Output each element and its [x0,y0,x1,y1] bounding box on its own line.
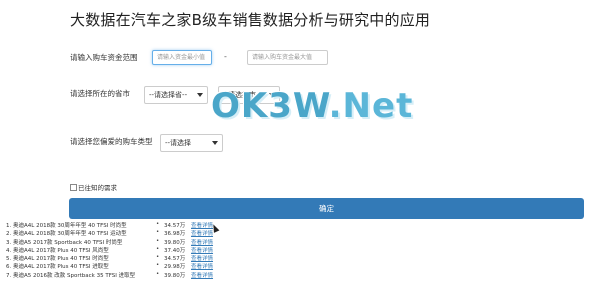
known-need-label: 已往知的需求 [78,184,117,192]
view-detail-link[interactable]: 查看详情 [191,262,213,270]
result-price: 29.98万 [164,264,186,271]
list-item: 5. 奥迪A4L 2017款 Plus 40 TFSI 时尚型 • 34.57万 查看… [6,254,306,262]
list-item: 7. 奥迪A5 2016款 改款 Sportback 35 TFSI 进取型 • 3… [6,271,306,279]
bullet-icon: • [156,229,160,236]
bullet-icon: • [156,262,160,269]
list-item: 6. 奥迪A4L 2017款 Plus 40 TFSI 进取型 • 29.98万 查看… [6,262,306,270]
result-name: 4. 奥迪A4L 2017款 Plus 40 TFSI 风尚型 [6,247,109,254]
range-separator: - [224,52,227,61]
view-detail-link[interactable]: 查看详情 [191,246,213,254]
result-name: 7. 奥迪A5 2016款 改款 Sportback 35 TFSI 进取型 [6,272,136,279]
result-price: 34.57万 [164,256,186,263]
bullet-icon: • [156,237,160,244]
known-need-checkbox[interactable] [70,184,77,191]
province-select-value: --请选择省-- [149,91,188,99]
watermark-text-b: .Net [328,86,414,126]
chevron-down-icon [212,141,218,145]
bullet-icon: • [156,221,160,227]
result-price: 36.98万 [164,231,186,238]
car-type-select[interactable]: --请选择 [160,134,223,152]
result-name: 1. 奥迪A4L 2018款 30周年年型 40 TFSI 时尚型 [6,223,127,229]
budget-min-input[interactable]: 请输入资金最小值 [152,50,212,65]
view-detail-link[interactable]: 查看详情 [191,238,213,246]
watermark-logo: OK3W.Net [211,86,413,126]
result-name: 5. 奥迪A4L 2017款 Plus 40 TFSI 时尚型 [6,256,109,263]
bullet-icon: • [156,245,160,252]
car-type-select-value: --请选择 [165,139,192,147]
result-price: 34.57万 [164,223,186,229]
budget-label: 请输入购车资金范围 [70,53,138,62]
results-list: 1. 奥迪A4L 2018款 30周年年型 40 TFSI 时尚型 • 34.57万… [6,221,306,279]
list-item: 3. 奥迪A5 2017款 Sportback 40 TFSI 时尚型 • 39.8… [6,238,306,246]
result-price: 37.40万 [164,247,186,254]
view-detail-link[interactable]: 查看详情 [191,254,213,262]
result-price: 39.80万 [164,239,186,246]
page-title: 大数据在汽车之家B级车销售数据分析与研究中的应用 [70,11,431,29]
watermark-text-a: OK3W [211,86,329,126]
result-name: 6. 奥迪A4L 2017款 Plus 40 TFSI 进取型 [6,264,109,271]
bullet-icon: • [156,254,160,261]
chevron-down-icon [197,93,203,97]
list-item: 2. 奥迪A4L 2018款 30周年年型 40 TFSI 运动型 • 36.98万… [6,229,306,237]
view-detail-link[interactable]: 查看详情 [191,271,213,279]
result-price: 39.80万 [164,272,186,279]
car-type-label: 请选择您偏爱的购车类型 [70,137,153,146]
result-name: 2. 奥迪A4L 2018款 30周年年型 40 TFSI 运动型 [6,231,127,238]
result-name: 3. 奥迪A5 2017款 Sportback 40 TFSI 时尚型 [6,239,123,246]
view-detail-link[interactable]: 查看详情 [191,229,213,237]
list-item: 4. 奥迪A4L 2017款 Plus 40 TFSI 风尚型 • 37.40万 查看… [6,246,306,254]
bullet-icon: • [156,270,160,277]
city-label: 请选择所在的省市 [70,89,130,98]
budget-max-input[interactable]: 请输入购车资金最大值 [247,50,328,65]
submit-button[interactable]: 确定 [69,198,584,219]
list-item: 1. 奥迪A4L 2018款 30周年年型 40 TFSI 时尚型 • 34.57万… [6,221,306,229]
province-select[interactable]: --请选择省-- [144,86,208,104]
